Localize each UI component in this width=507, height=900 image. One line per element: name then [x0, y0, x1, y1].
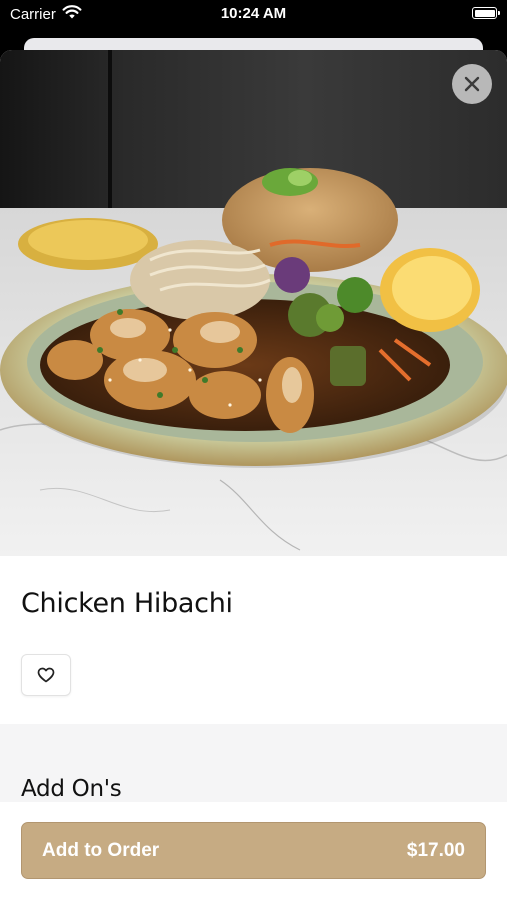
- close-icon: [464, 76, 480, 92]
- item-detail-modal: Chicken Hibachi Add On's Add to Order $1…: [0, 50, 507, 900]
- item-header: Chicken Hibachi: [0, 556, 507, 724]
- status-bar: Carrier 10:24 AM: [0, 0, 507, 30]
- order-footer: Add to Order $17.00: [0, 802, 507, 900]
- food-illustration: [0, 50, 507, 556]
- order-price: $17.00: [406, 840, 465, 861]
- battery-icon: [472, 7, 500, 19]
- favorite-button[interactable]: [21, 654, 71, 696]
- item-photo: [0, 50, 507, 556]
- close-button[interactable]: [452, 64, 492, 104]
- add-to-order-label: Add to Order: [42, 840, 160, 861]
- heart-icon: [37, 667, 55, 683]
- add-to-order-button[interactable]: Add to Order $17.00: [21, 822, 486, 879]
- addons-title: Add On's: [21, 776, 122, 802]
- status-time: 10:24 AM: [220, 5, 287, 22]
- item-title: Chicken Hibachi: [21, 588, 233, 619]
